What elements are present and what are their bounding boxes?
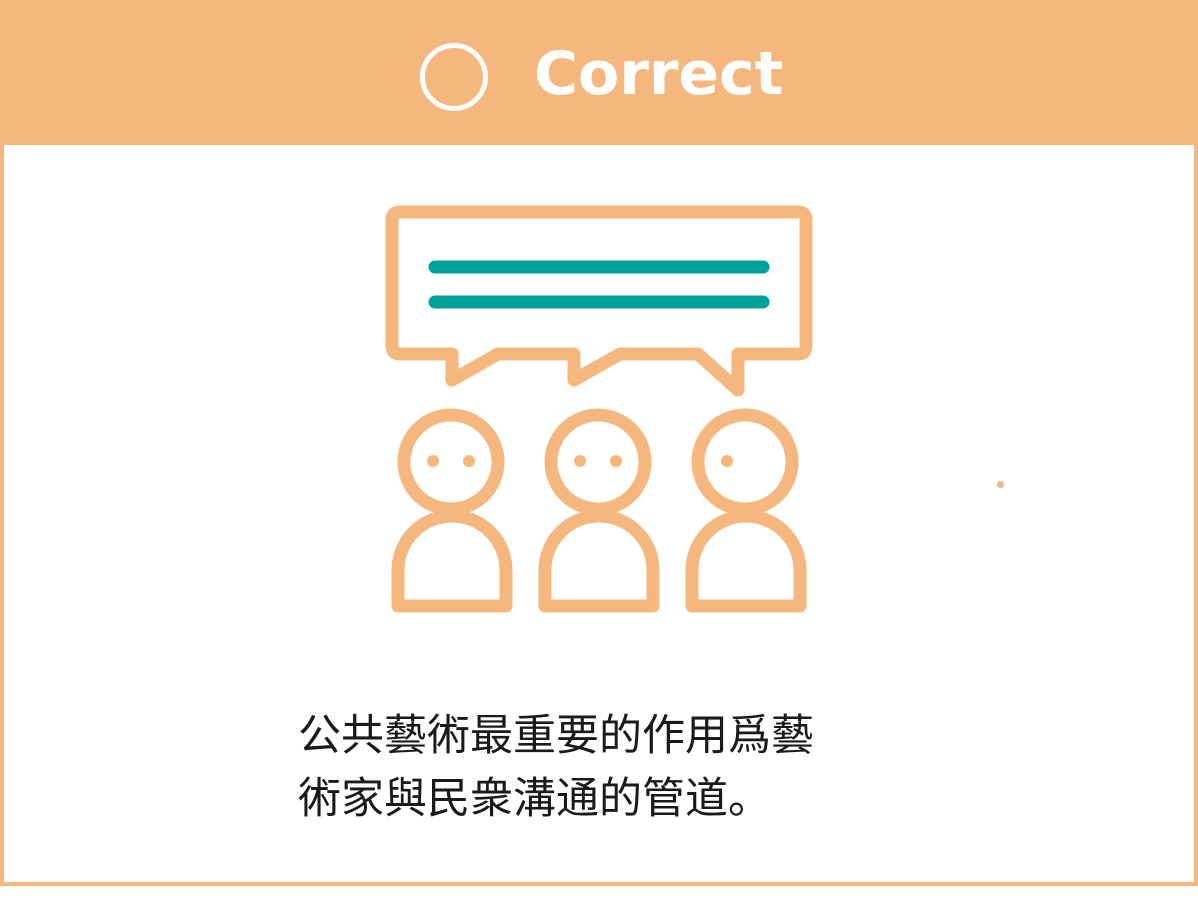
person-icon xyxy=(685,408,807,613)
people-discussion-icon xyxy=(385,205,813,613)
answer-statement: 公共藝術最重要的作用爲藝 術家與民衆溝通的管道。 xyxy=(298,705,938,831)
statement-line-2: 術家與民衆溝通的管道。 xyxy=(298,774,771,824)
circle-mark-icon xyxy=(420,43,488,111)
answer-header: Correct xyxy=(4,4,1194,145)
person-icon xyxy=(391,408,513,613)
person-icon xyxy=(538,408,660,613)
answer-title: Correct xyxy=(534,39,784,109)
decorative-dot xyxy=(997,481,1004,488)
statement-line-1: 公共藝術最重要的作用爲藝 xyxy=(298,711,814,761)
